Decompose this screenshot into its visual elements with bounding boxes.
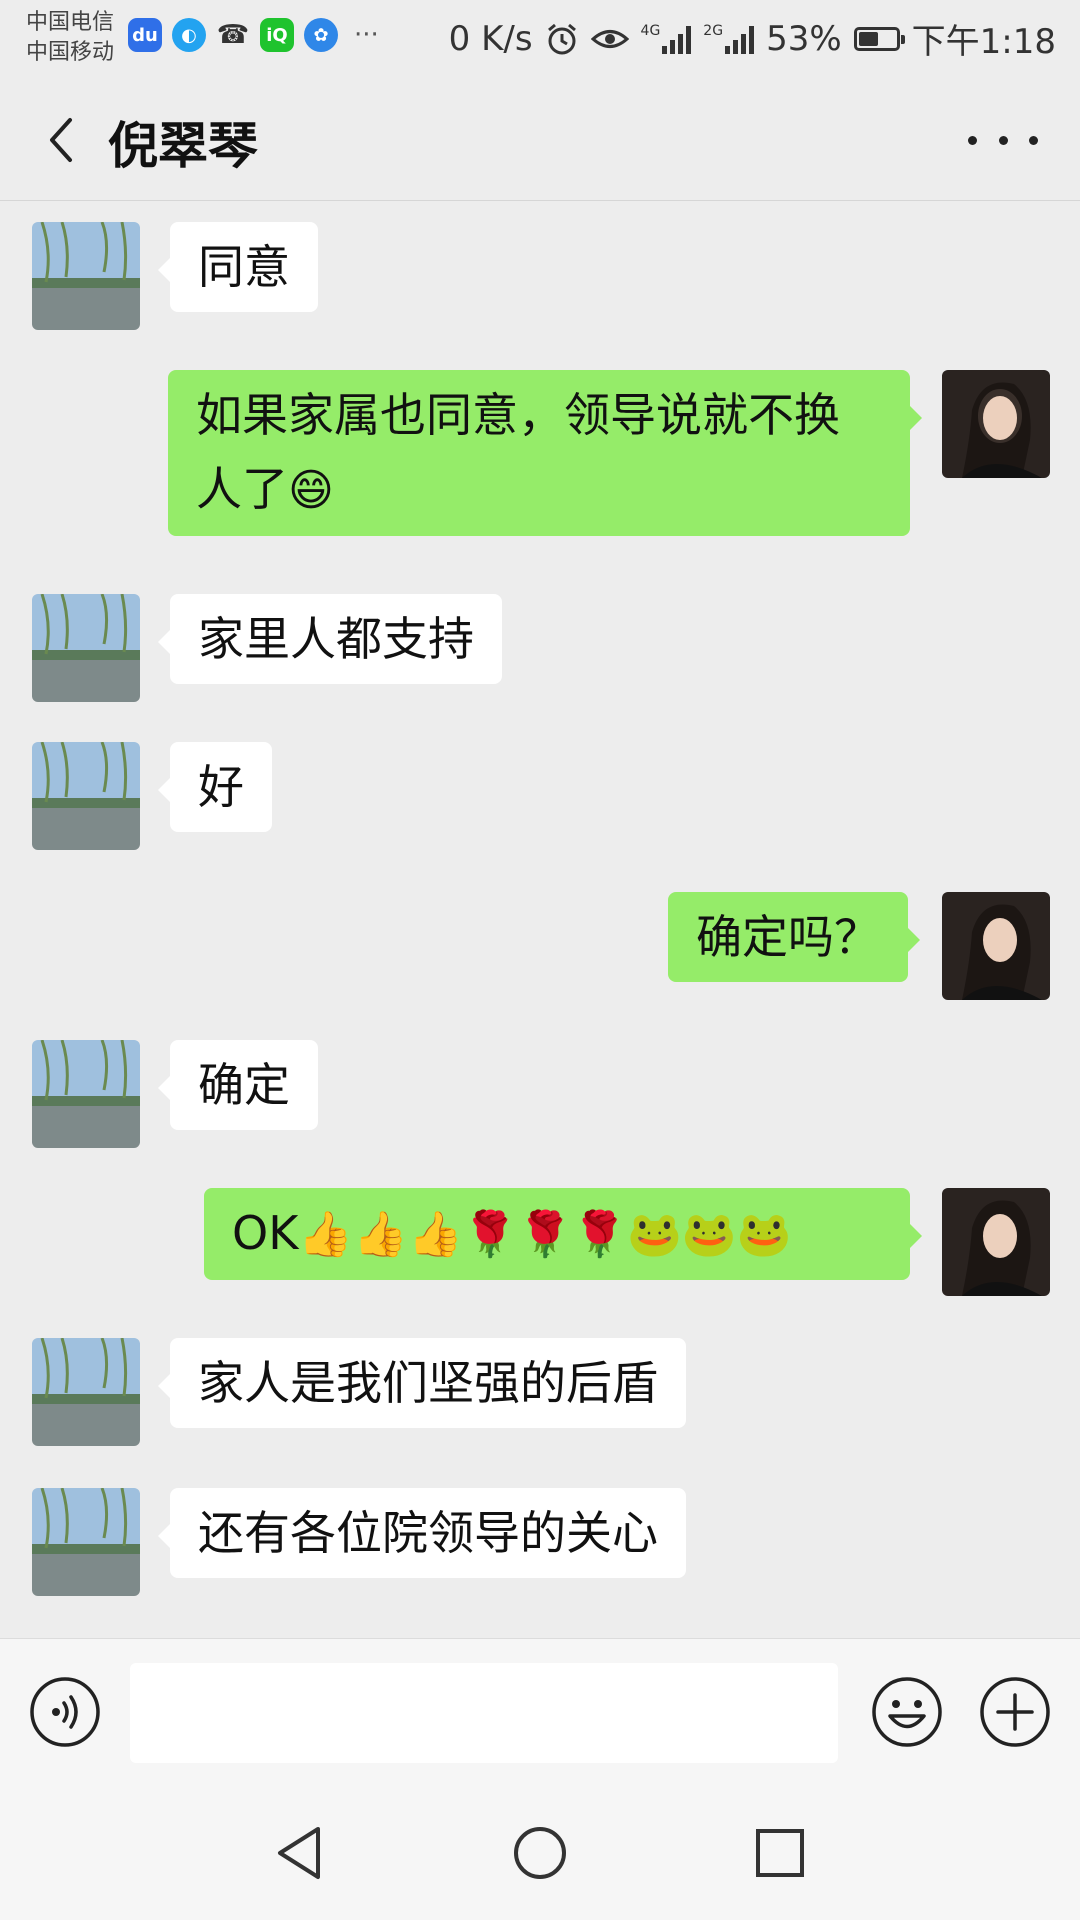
message-bubble[interactable]: 同意 xyxy=(158,222,318,312)
message-bubble[interactable]: 还有各位院领导的关心 xyxy=(158,1488,686,1578)
contact-avatar[interactable] xyxy=(32,1338,140,1446)
status-bar: 中国电信 中国移动 du ◐ ☎ iQ ✿ ··· 0 K/s 4G 2G 53… xyxy=(0,0,1080,80)
chat-title: 倪翠琴 xyxy=(108,117,258,175)
portrait-image xyxy=(942,370,1050,478)
message-bubble[interactable]: 确定吗？ xyxy=(668,892,920,982)
carrier-1: 中国电信 xyxy=(26,10,115,35)
message-text-line: 如果家属也同意，领导说就不换 xyxy=(196,388,840,442)
emoji-sequence: 👍👍👍🌹🌹🌹🐸🐸🐸 xyxy=(298,1209,792,1260)
message-text: 好 xyxy=(198,760,244,814)
back-icon[interactable] xyxy=(34,110,94,170)
clock: 下午1:18 xyxy=(911,22,1056,62)
message-text: 还有各位院领导的关心 xyxy=(198,1506,658,1560)
grin-emoji: 😄 xyxy=(288,465,334,516)
lake-scenery-image xyxy=(32,594,140,702)
battery-percent: 53% xyxy=(766,18,842,59)
eye-comfort-icon xyxy=(590,29,629,48)
message-input[interactable] xyxy=(130,1663,838,1763)
notification-icons: du ◐ ☎ iQ ✿ ··· xyxy=(128,18,379,52)
contact-avatar[interactable] xyxy=(32,742,140,850)
input-bar xyxy=(0,1638,1080,1787)
more-options-icon[interactable] xyxy=(968,110,1038,170)
message-bubble[interactable]: 好 xyxy=(158,742,272,832)
app-icon: ✿ xyxy=(304,18,338,52)
message-text-line: 人了 xyxy=(196,462,288,516)
self-avatar[interactable] xyxy=(942,1188,1050,1296)
carrier-info: 中国电信 中国移动 xyxy=(26,8,114,68)
message-bubble[interactable]: 确定 xyxy=(158,1040,318,1130)
lake-scenery-image xyxy=(32,1488,140,1596)
portrait-image xyxy=(942,1188,1050,1296)
message-bubble[interactable]: 家里人都支持 xyxy=(158,594,502,684)
signal-2g-icon: 2G xyxy=(703,24,755,54)
contact-avatar[interactable] xyxy=(32,594,140,702)
message-text: OK xyxy=(232,1206,299,1260)
chat-header: 倪翠琴 xyxy=(0,80,1080,201)
battery-icon xyxy=(853,26,905,51)
message-bubble[interactable]: 家人是我们坚强的后盾 xyxy=(158,1338,686,1428)
lake-scenery-image xyxy=(32,742,140,850)
qq-browser-icon: ◐ xyxy=(172,18,206,52)
message-bubble[interactable]: OK👍👍👍🌹🌹🌹🐸🐸🐸 xyxy=(204,1188,922,1280)
baidu-icon: du xyxy=(128,18,162,52)
net-speed: 0 K/s xyxy=(448,18,533,59)
message-text: 家里人都支持 xyxy=(198,612,474,666)
status-right: 0 K/s 4G 2G 53% 下午1:18 xyxy=(449,14,1056,63)
lake-scenery-image xyxy=(32,222,140,330)
alarm-icon xyxy=(547,23,576,54)
contact-avatar[interactable] xyxy=(32,222,140,330)
nav-recents-icon[interactable] xyxy=(748,1821,812,1885)
message-text: 确定 xyxy=(198,1058,290,1112)
nav-home-icon[interactable] xyxy=(508,1821,572,1885)
self-avatar[interactable] xyxy=(942,370,1050,478)
contact-avatar[interactable] xyxy=(32,1040,140,1148)
message-text: 确定吗？ xyxy=(696,910,880,964)
lake-scenery-image xyxy=(32,1338,140,1446)
missed-call-icon: ☎ xyxy=(216,20,250,50)
message-text: 同意 xyxy=(198,240,290,294)
voice-input-icon[interactable] xyxy=(28,1675,102,1749)
signal-4g-icon: 4G xyxy=(641,24,692,54)
navigation-bar xyxy=(0,1786,1080,1920)
more-icon: ··· xyxy=(354,20,379,50)
message-bubble[interactable]: 如果家属也同意，领导说就不换 人了😄 xyxy=(168,370,922,536)
contact-avatar[interactable] xyxy=(32,1488,140,1596)
emoji-icon[interactable] xyxy=(870,1675,944,1749)
iqiyi-icon: iQ xyxy=(260,18,294,52)
carrier-2: 中国移动 xyxy=(26,40,115,65)
plus-icon[interactable] xyxy=(978,1675,1052,1749)
battery-fill xyxy=(858,31,878,46)
message-text: 家人是我们坚强的后盾 xyxy=(198,1356,658,1410)
nav-back-icon[interactable] xyxy=(268,1821,332,1885)
self-avatar[interactable] xyxy=(942,892,1050,1000)
lake-scenery-image xyxy=(32,1040,140,1148)
portrait-image xyxy=(942,892,1050,1000)
